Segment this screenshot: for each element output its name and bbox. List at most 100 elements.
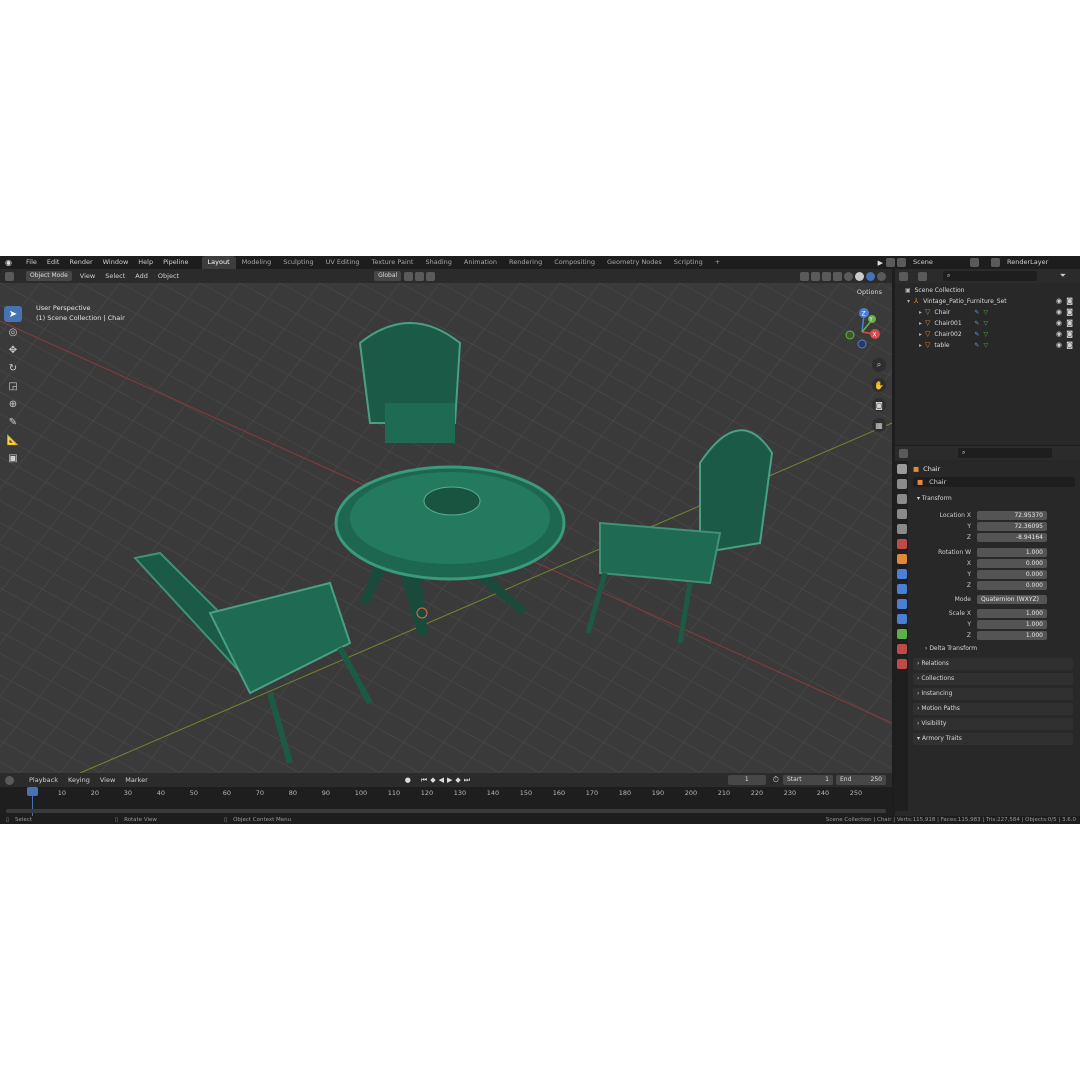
- rotation-mode-dropdown[interactable]: Quaternion (WXYZ): [977, 595, 1047, 604]
- annotate-tool-icon[interactable]: ✎: [4, 414, 22, 430]
- viewport-menu-object[interactable]: Object: [153, 270, 184, 283]
- jump-end-icon[interactable]: ⏭: [464, 776, 470, 785]
- location-x-field[interactable]: 72.95370: [977, 511, 1047, 520]
- mesh-data-icon[interactable]: ▽: [983, 342, 988, 349]
- material-tab-icon[interactable]: [897, 644, 907, 654]
- properties-search-input[interactable]: ⌕: [958, 448, 1052, 458]
- camera-icon[interactable]: ◙: [872, 398, 886, 412]
- visibility-eye-icon[interactable]: ◉: [1056, 307, 1062, 318]
- playhead[interactable]: [27, 787, 38, 796]
- end-frame-field[interactable]: End 250: [836, 775, 886, 785]
- overlay-toggle-icon[interactable]: [822, 271, 831, 281]
- expand-arrow-icon[interactable]: ▸: [919, 309, 922, 316]
- visibility-eye-icon[interactable]: ◉: [1056, 318, 1062, 329]
- timeline-marker-menu[interactable]: Marker: [120, 774, 152, 787]
- tab-shading[interactable]: Shading: [419, 256, 457, 269]
- object-tab-icon[interactable]: [897, 554, 907, 564]
- viewport-menu-view[interactable]: View: [75, 270, 100, 283]
- timeline-playback-menu[interactable]: Playback: [24, 774, 63, 787]
- start-frame-field[interactable]: Start 1: [783, 775, 833, 785]
- scale-y-field[interactable]: 1.000: [977, 620, 1047, 629]
- menu-edit[interactable]: Edit: [42, 256, 65, 269]
- subpanel-header[interactable]: › Instancing: [913, 688, 1073, 700]
- scene-selector[interactable]: Scene: [908, 256, 970, 269]
- blender-logo-icon[interactable]: ◉: [5, 258, 17, 267]
- pivot-icon[interactable]: [404, 271, 414, 281]
- outliner-row-collection[interactable]: ▾ ⅄ Vintage_Patio_Furniture_Set ◉ ◙: [895, 296, 1080, 307]
- orientation-dropdown[interactable]: Global: [374, 271, 402, 281]
- visibility-eye-icon[interactable]: ◉: [1056, 329, 1062, 340]
- tab-modeling[interactable]: Modeling: [236, 256, 278, 269]
- outliner-editor-icon[interactable]: [899, 271, 908, 281]
- subpanel-header[interactable]: › Collections: [913, 673, 1073, 685]
- outliner-row-object[interactable]: ▸ ▽ Chair002 ✎ ▽ ◉ ◙: [895, 329, 1080, 340]
- timeline-view-menu[interactable]: View: [95, 774, 120, 787]
- add-cube-tool-icon[interactable]: ▣: [4, 450, 22, 466]
- shading-solid-icon[interactable]: [855, 271, 864, 281]
- mesh-data-icon[interactable]: ▽: [983, 320, 988, 327]
- move-tool-icon[interactable]: ✥: [4, 342, 22, 358]
- copy-scene-icon[interactable]: [970, 258, 979, 267]
- expand-arrow-icon[interactable]: ▾: [907, 298, 910, 305]
- prev-key-icon[interactable]: ◆: [430, 776, 435, 784]
- subpanel-header[interactable]: › Visibility: [913, 718, 1073, 730]
- proportional-edit-icon[interactable]: [426, 271, 436, 281]
- scale-tool-icon[interactable]: ◲: [4, 378, 22, 394]
- record-icon[interactable]: ●: [405, 776, 411, 784]
- menu-file[interactable]: File: [21, 256, 42, 269]
- mesh-data-icon[interactable]: ▽: [983, 309, 988, 316]
- viewlayer-icon[interactable]: [991, 258, 1000, 267]
- particles-tab-icon[interactable]: [897, 584, 907, 594]
- subpanel-header[interactable]: › Motion Paths: [913, 703, 1073, 715]
- render-camera-icon[interactable]: ◙: [1066, 329, 1073, 340]
- transform-panel-header[interactable]: ▾ Transform: [913, 493, 1073, 505]
- modifier-icon[interactable]: ✎: [974, 320, 979, 327]
- gizmo-toggle-icon[interactable]: [811, 271, 820, 281]
- timeline-editor-icon[interactable]: [5, 775, 14, 785]
- tab-compositing[interactable]: Compositing: [548, 256, 601, 269]
- outliner-row-object[interactable]: ▸ ▽ Chair ✎ ▽ ◉ ◙: [895, 307, 1080, 318]
- viewport-menu-add[interactable]: Add: [130, 270, 153, 283]
- scale-z-field[interactable]: 1.000: [977, 631, 1047, 640]
- pan-icon[interactable]: ✋: [872, 378, 886, 392]
- tab-animation[interactable]: Animation: [458, 256, 503, 269]
- visibility-eye-icon[interactable]: ◉: [1056, 296, 1062, 307]
- ortho-grid-icon[interactable]: ▦: [872, 418, 886, 432]
- scale-x-field[interactable]: 1.000: [977, 609, 1047, 618]
- data-tab-icon[interactable]: [897, 629, 907, 639]
- editor-type-icon[interactable]: [5, 271, 14, 281]
- texture-tab-icon[interactable]: [897, 659, 907, 669]
- render-camera-icon[interactable]: ◙: [1066, 340, 1073, 351]
- menu-help[interactable]: Help: [133, 256, 158, 269]
- tab-rendering[interactable]: Rendering: [503, 256, 548, 269]
- mesh-data-icon[interactable]: ▽: [983, 331, 988, 338]
- tab-texture-paint[interactable]: Texture Paint: [366, 256, 420, 269]
- cursor-tool-icon[interactable]: ◎: [4, 324, 22, 340]
- rotation-y-field[interactable]: 0.000: [977, 570, 1047, 579]
- expand-arrow-icon[interactable]: ▸: [919, 320, 922, 327]
- viewport-menu-select[interactable]: Select: [100, 270, 130, 283]
- play-reverse-icon[interactable]: ◀: [439, 776, 444, 784]
- timeline-ruler[interactable]: 1102030405060708090100110120130140150160…: [0, 787, 892, 818]
- zoom-icon[interactable]: ⌕: [872, 358, 886, 372]
- constraints-tab-icon[interactable]: [897, 614, 907, 624]
- timeline-scrollbar[interactable]: [6, 809, 886, 813]
- viewlayer-selector[interactable]: RenderLayer: [1002, 256, 1080, 269]
- modifier-icon[interactable]: ✎: [974, 309, 979, 316]
- render-icon[interactable]: [886, 258, 895, 267]
- subpanel-header[interactable]: › Delta Transform: [921, 643, 1073, 655]
- filter-icon[interactable]: ⏷: [1060, 271, 1066, 281]
- outliner-row-scene-collection[interactable]: ▣ Scene Collection: [895, 285, 1080, 296]
- transform-tool-icon[interactable]: ⊕: [4, 396, 22, 412]
- shading-wireframe-icon[interactable]: [844, 271, 853, 281]
- physics-tab-icon[interactable]: [897, 599, 907, 609]
- world-tab-icon[interactable]: [897, 539, 907, 549]
- object-name-field[interactable]: ■ Chair: [913, 477, 1075, 487]
- render-camera-icon[interactable]: ◙: [1066, 307, 1073, 318]
- subpanel-header[interactable]: ▾ Armory Traits: [913, 733, 1073, 745]
- modifier-icon[interactable]: ✎: [974, 342, 979, 349]
- shading-material-icon[interactable]: [866, 271, 875, 281]
- outliner-search-input[interactable]: ⌕: [943, 271, 1037, 281]
- rotation-x-field[interactable]: 0.000: [977, 559, 1047, 568]
- tab-geometry-nodes[interactable]: Geometry Nodes: [601, 256, 668, 269]
